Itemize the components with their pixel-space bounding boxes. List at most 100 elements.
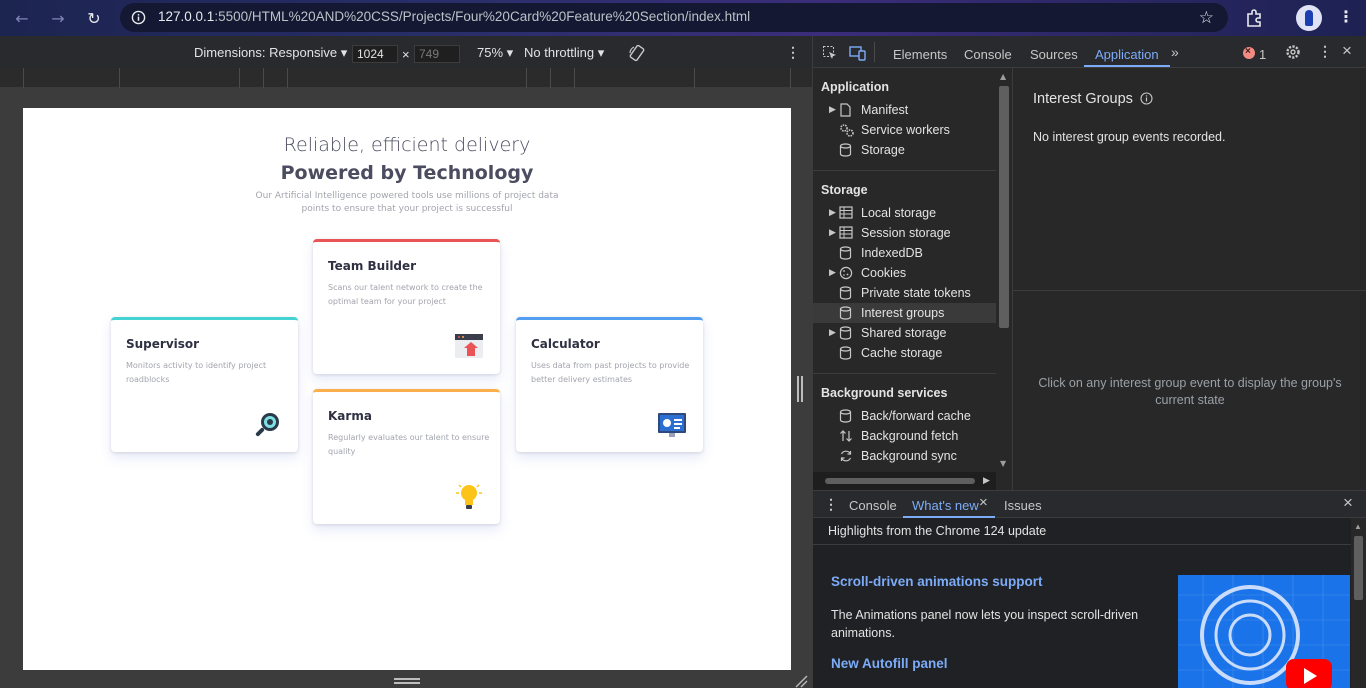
zoom-select[interactable]: 75% ▾ [477, 45, 513, 61]
forward-icon[interactable]: → [46, 6, 70, 30]
device-toolbar-more-icon[interactable]: ⋮ [786, 44, 800, 61]
sidebar-item-label: Cookies [861, 266, 907, 280]
url-host: 127.0.0.1 [158, 9, 215, 24]
url-path: :5500/HTML%20AND%20CSS/Projects/Four%20C… [214, 9, 751, 24]
video-thumbnail[interactable] [1178, 575, 1350, 688]
feature-link-scroll-driven[interactable]: Scroll-driven animations support [831, 574, 1043, 589]
browser-menu-icon[interactable]: ⋮ [1338, 7, 1354, 26]
site-info-icon[interactable] [131, 10, 146, 25]
sidebar-item-label: Cache storage [861, 346, 943, 360]
drawer-tabbar: ⋮ Console What's new × Issues × [813, 490, 1366, 518]
zoom-label: 75% [477, 45, 504, 60]
rotate-icon[interactable] [628, 44, 646, 62]
drawer-tab-console[interactable]: Console [849, 498, 897, 513]
calculator-icon [657, 410, 687, 440]
back-icon[interactable]: ← [10, 6, 34, 30]
card-calculator: Calculator Uses data from past projects … [516, 317, 703, 452]
tab-console[interactable]: Console [964, 47, 1012, 62]
sidebar-item-private-state-tokens[interactable]: Private state tokens [813, 283, 996, 303]
browser-toolbar: ← → ↻ 127.0.0.1:5500/HTML%20AND%20CSS/Pr… [0, 0, 1366, 36]
sidebar-item-label: Interest groups [861, 306, 945, 320]
drawer-tab-whats-new[interactable]: What's new [912, 498, 979, 513]
throttling-label: No throttling [524, 45, 595, 60]
tab-sources[interactable]: Sources [1030, 47, 1078, 62]
reload-icon[interactable]: ↻ [82, 6, 106, 30]
whats-new-panel: Highlights from the Chrome 124 update Sc… [813, 518, 1366, 688]
card-karma: Karma Regularly evaluates our talent to … [313, 389, 500, 524]
sidebar-item-label: Back/forward cache [861, 409, 971, 423]
tab-elements[interactable]: Elements [893, 47, 947, 62]
database-icon [839, 286, 853, 300]
database-icon [839, 346, 853, 360]
scroll-down-icon[interactable]: ▼ [1000, 459, 1006, 468]
expand-arrow-icon[interactable]: ▶ [829, 327, 836, 338]
resize-corner-icon[interactable] [794, 674, 808, 688]
expand-arrow-icon[interactable]: ▶ [829, 104, 836, 115]
height-input[interactable]: 749 [414, 45, 460, 63]
empty-message: No interest group events recorded. [1033, 130, 1226, 144]
settings-gear-icon[interactable] [1285, 44, 1301, 60]
devtools-menu-icon[interactable]: ⋮ [1318, 43, 1332, 60]
feature-link-autofill[interactable]: New Autofill panel [831, 656, 948, 671]
detail-hint: Click on any interest group event to dis… [1038, 376, 1342, 407]
extensions-icon[interactable] [1245, 8, 1265, 28]
scroll-right-icon[interactable]: ▶ [983, 475, 990, 486]
throttling-select[interactable]: No throttling ▾ [524, 45, 604, 61]
close-devtools-icon[interactable]: × [1342, 41, 1352, 61]
expand-arrow-icon[interactable]: ▶ [829, 267, 836, 278]
sidebar-item-session-storage[interactable]: ▶ Session storage [813, 223, 996, 243]
database-icon [839, 306, 853, 320]
drawer-scrollbar[interactable]: ▲ [1351, 518, 1366, 688]
card-description: Scans our talent network to create the o… [328, 283, 483, 306]
address-bar[interactable]: 127.0.0.1:5500/HTML%20AND%20CSS/Projects… [120, 3, 1228, 32]
drawer-menu-icon[interactable]: ⋮ [824, 496, 838, 513]
sidebar-item-background-sync[interactable]: Background sync [813, 446, 996, 466]
sidebar-item-local-storage[interactable]: ▶ Local storage [813, 203, 996, 223]
feature-description: The Animations panel now lets you inspec… [831, 608, 1139, 640]
sidebar-item-service-workers[interactable]: Service workers [813, 120, 996, 140]
resize-handle-bottom[interactable] [394, 678, 420, 680]
sidebar-item-interest-groups[interactable]: Interest groups [813, 303, 996, 323]
sidebar-item-label: Background sync [861, 449, 957, 463]
url-text: 127.0.0.1:5500/HTML%20AND%20CSS/Projects… [158, 9, 750, 24]
magnifier-icon [252, 410, 282, 440]
scrollbar-thumb[interactable] [999, 86, 1009, 328]
info-icon[interactable] [1140, 92, 1153, 105]
profile-avatar[interactable] [1296, 5, 1322, 31]
sidebar-item-cache-storage[interactable]: Cache storage [813, 343, 996, 363]
sidebar-item-storage[interactable]: Storage [813, 140, 996, 160]
sidebar-item-background-fetch[interactable]: Background fetch [813, 426, 996, 446]
youtube-play-icon[interactable] [1286, 659, 1332, 688]
bookmark-star-icon[interactable]: ☆ [1199, 8, 1214, 28]
sidebar-scrollbar[interactable]: ▲ ▼ [996, 68, 1012, 490]
inspect-element-icon[interactable] [822, 45, 838, 61]
close-drawer-icon[interactable]: × [1343, 493, 1353, 513]
sidebar-item-label: Private state tokens [861, 286, 971, 300]
width-input[interactable]: 1024 [352, 45, 398, 63]
page-heading-light: Reliable, efficient delivery [283, 134, 531, 156]
resize-handle-right[interactable] [797, 376, 799, 402]
sidebar-item-manifest[interactable]: ▶ Manifest [813, 100, 996, 120]
expand-arrow-icon[interactable]: ▶ [829, 207, 836, 218]
card-supervisor: Supervisor Monitors activity to identify… [111, 317, 298, 452]
tab-application[interactable]: Application [1095, 47, 1159, 62]
sidebar-item-shared-storage[interactable]: ▶ Shared storage [813, 323, 996, 343]
drawer-tab-issues[interactable]: Issues [1004, 498, 1042, 513]
device-toggle-icon[interactable] [849, 45, 866, 61]
sidebar-item-cookies[interactable]: ▶ Cookies [813, 263, 996, 283]
sidebar-item-back-forward-cache[interactable]: Back/forward cache [813, 406, 996, 426]
more-tabs-icon[interactable]: » [1171, 44, 1179, 60]
close-tab-icon[interactable]: × [979, 494, 988, 511]
device-toolbar: Dimensions: Responsive ▾ 1024 × 749 75% … [0, 36, 812, 68]
dimensions-label: Dimensions: Responsive [194, 45, 338, 60]
scroll-up-icon[interactable]: ▲ [1000, 72, 1006, 81]
error-icon[interactable]: × [1243, 46, 1255, 59]
sidebar-item-label: Shared storage [861, 326, 947, 340]
scrollbar-thumb[interactable] [1354, 536, 1363, 600]
dimensions-select[interactable]: Dimensions: Responsive ▾ [194, 45, 347, 61]
card-description: Monitors activity to identify project ro… [126, 361, 267, 384]
gears-icon [839, 123, 854, 137]
horizontal-scrollbar[interactable]: ▶ [813, 472, 996, 490]
sidebar-item-indexeddb[interactable]: IndexedDB [813, 243, 996, 263]
expand-arrow-icon[interactable]: ▶ [829, 227, 836, 238]
